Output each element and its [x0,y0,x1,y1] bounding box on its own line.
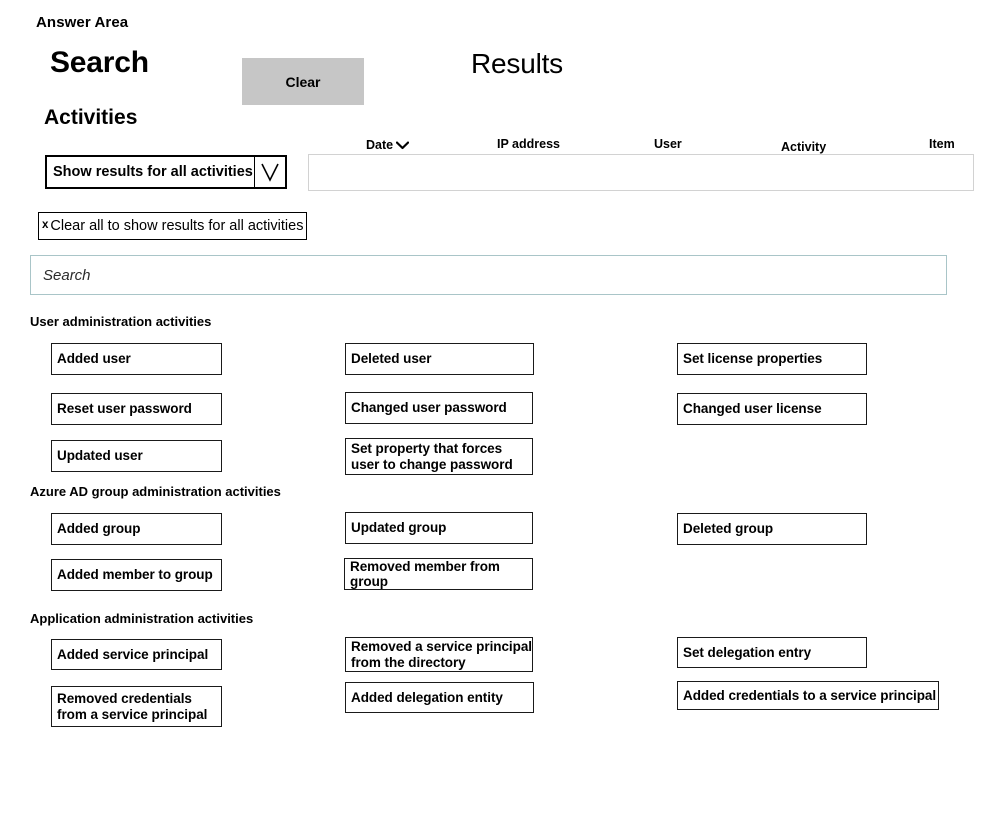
clear-all-filter-chip[interactable]: x Clear all to show results for all acti… [38,212,308,240]
activity-option-added-service-principal[interactable]: Added service principal [51,639,222,670]
column-header-date-label: Date [366,138,394,152]
group-title-application-administration: Application administration activities [30,611,254,626]
column-header-date[interactable]: Date [366,138,410,152]
column-header-activity[interactable]: Activity [781,140,826,154]
activity-option-deleted-user[interactable]: Deleted user [345,343,534,375]
activity-option-removed-service-principal-from-directory[interactable]: Removed a service principal from the dir… [345,637,533,672]
group-title-azure-ad-group-administration: Azure AD group administration activities [30,484,281,499]
search-input[interactable] [30,255,947,295]
clear-all-filter-chip-label: Clear all to show results for all activi… [50,218,304,234]
activity-option-set-delegation-entry[interactable]: Set delegation entry [677,637,867,668]
results-table [308,154,974,191]
page-title: Search [50,46,149,79]
activity-option-reset-user-password[interactable]: Reset user password [51,393,222,425]
activities-filter-dropdown-label: Show results for all activities [53,164,253,180]
activity-option-added-group[interactable]: Added group [51,513,222,545]
activity-option-added-delegation-entity[interactable]: Added delegation entity [345,682,534,713]
chevron-down-icon [396,141,410,149]
activity-option-set-license-properties[interactable]: Set license properties [677,343,867,375]
activity-option-deleted-group[interactable]: Deleted group [677,513,867,545]
activity-option-changed-user-password[interactable]: Changed user password [345,392,533,424]
answer-area-label: Answer Area [36,14,129,31]
close-icon[interactable]: x [42,220,48,232]
column-header-ip-address[interactable]: IP address [497,137,560,151]
activity-option-added-member-to-group[interactable]: Added member to group [51,559,222,591]
chevron-down-icon [254,157,285,187]
activities-filter-dropdown[interactable]: Show results for all activities [45,155,287,189]
activity-option-added-credentials-to-service-principal[interactable]: Added credentials to a service principal [677,681,939,710]
activity-option-removed-credentials-from-service-principal[interactable]: Removed credentials from a service princ… [51,686,222,727]
clear-button[interactable]: Clear [242,58,364,105]
activity-option-updated-group[interactable]: Updated group [345,512,533,544]
column-header-user[interactable]: User [654,137,682,151]
activity-option-changed-user-license[interactable]: Changed user license [677,393,867,425]
activity-option-removed-member-from-group[interactable]: Removed member from group [344,558,533,590]
activity-option-updated-user[interactable]: Updated user [51,440,222,472]
results-title: Results [471,48,563,79]
activity-option-added-user[interactable]: Added user [51,343,222,375]
activity-option-set-property-forces-password-change[interactable]: Set property that forces user to change … [345,438,533,475]
group-title-user-administration: User administration activities [30,314,212,329]
column-header-item[interactable]: Item [929,137,955,151]
activities-section-title: Activities [44,106,138,129]
